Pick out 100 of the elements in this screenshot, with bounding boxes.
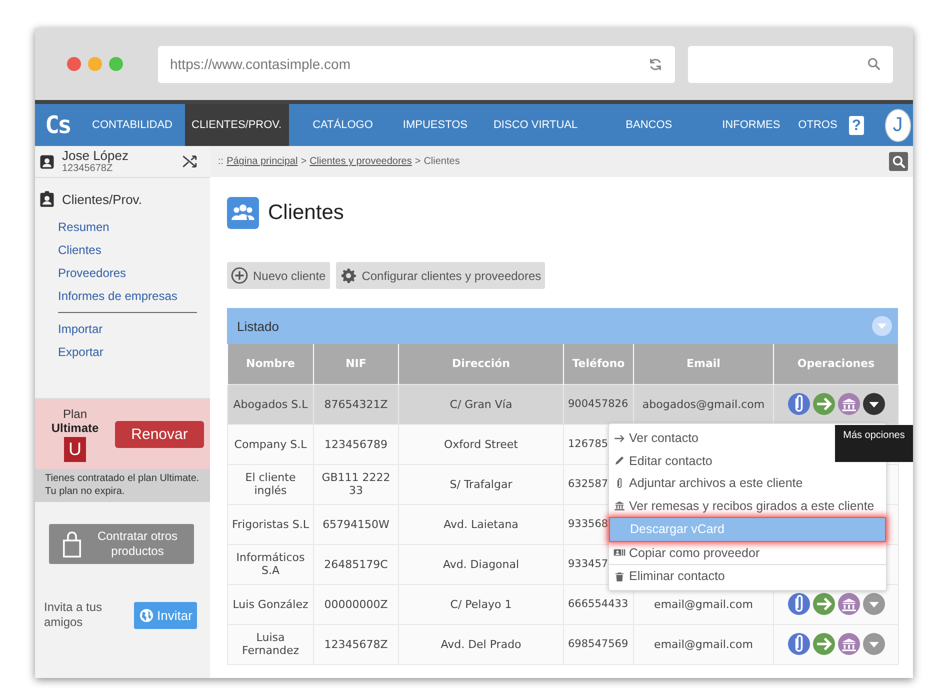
table-cell: 12345678Z	[324, 638, 388, 650]
sidebar-link[interactable]: Informes de empresas	[35, 285, 210, 308]
shuffle-icon[interactable]	[181, 153, 198, 170]
attach-button[interactable]	[788, 593, 810, 615]
table-cell: 900457826	[568, 398, 628, 410]
globe-icon	[139, 608, 154, 622]
nav-tab[interactable]: CONTABILIDAD	[86, 104, 178, 146]
sidebar-link[interactable]: Clientes	[35, 239, 210, 262]
breadcrumb-link[interactable]: Clientes y proveedores	[310, 156, 412, 167]
nav-tab[interactable]: CATÁLOGO	[306, 104, 379, 146]
column-header: NIF	[314, 344, 398, 384]
nav-tab[interactable]: CLIENTES/PROV.	[184, 104, 289, 146]
table-row[interactable]: Luis González 00000000Z C/ Pelayo 1 666554433 email@gmail.com	[228, 584, 898, 624]
invite-text: Invita a tus amigos	[44, 600, 104, 630]
open-button[interactable]	[812, 593, 834, 615]
table-cell: C/ Gran Vía	[450, 398, 512, 410]
attach-button[interactable]	[788, 393, 810, 415]
window-close-button[interactable]	[67, 57, 81, 71]
plus-icon	[231, 267, 248, 284]
table-cell: 933457	[568, 558, 608, 570]
table-row[interactable]: Abogados S.L 87654321Z C/ Gran Vía 900457826 abogados@gmail.com	[228, 384, 898, 424]
table-cell: Frigoristas S.L	[232, 518, 310, 530]
nav-tab[interactable]: INFORMES	[716, 104, 786, 146]
nav-tab[interactable]: BANCOS	[620, 104, 678, 146]
trash-icon	[613, 570, 626, 583]
nav-tab[interactable]: IMPUESTOS	[396, 104, 474, 146]
user-id: 12345678Z	[62, 163, 114, 174]
contract-button[interactable]: Contratar otros productos	[49, 524, 194, 564]
column-header: Teléfono	[564, 344, 634, 384]
sidebar-link[interactable]: Exportar	[35, 341, 210, 364]
table-cell: email@gmail.com	[654, 638, 753, 650]
table-cell: GB111 2222 33	[322, 471, 390, 497]
receipts-button[interactable]	[838, 593, 860, 615]
menu-item[interactable]: Adjuntar archivos a este cliente	[609, 472, 886, 494]
invite-button[interactable]: Invitar	[134, 602, 198, 628]
table-cell: Luis González	[232, 598, 308, 610]
collapse-icon[interactable]	[872, 316, 892, 336]
table-cell: 126785	[568, 438, 608, 450]
search-icon[interactable]	[867, 57, 881, 71]
tooltip: Más opciones	[835, 425, 913, 462]
receipts-button[interactable]	[838, 633, 860, 655]
table-cell: 123456789	[324, 438, 388, 450]
sidebar-link[interactable]: Importar	[35, 318, 210, 341]
search-icon	[892, 154, 906, 168]
renew-button[interactable]: Renovar	[115, 420, 204, 448]
search-button[interactable]	[889, 152, 908, 171]
table-cell: Informáticos S.A	[236, 551, 305, 577]
new-client-button[interactable]: Nuevo cliente	[227, 262, 330, 289]
breadcrumb-separator: ::	[218, 156, 224, 167]
address-bar[interactable]: https://www.contasimple.com	[158, 46, 675, 82]
table-cell: 632587	[568, 478, 608, 490]
attach-button[interactable]	[788, 633, 810, 655]
contact-badge-icon	[38, 190, 56, 208]
plan-note: Tienes contratado el plan Ultimate. Tu plan no expira.	[35, 469, 210, 502]
help-button[interactable]: ?	[849, 116, 864, 134]
table-cell: El cliente inglés	[245, 471, 296, 497]
reload-icon[interactable]	[648, 56, 663, 72]
settings-button[interactable]: Configurar clientes y proveedores	[336, 262, 546, 289]
table-cell: Oxford Street	[444, 438, 518, 450]
url-text: https://www.contasimple.com	[170, 56, 352, 72]
sidebar-link[interactable]: Resumen	[35, 216, 210, 239]
page-title: Clientes	[268, 201, 344, 225]
table-row[interactable]: Luisa Fernandez 12345678Z Avd. Del Prado 698547569 email@gmail.com	[228, 624, 898, 664]
more-options-button[interactable]	[862, 393, 884, 415]
table-cell: 698547569	[568, 638, 628, 650]
bag-icon	[61, 530, 83, 558]
column-header: Operaciones	[774, 344, 898, 384]
table-cell: Abogados S.L	[233, 398, 308, 410]
logo[interactable]: Cs	[35, 104, 80, 146]
bank-icon	[613, 499, 626, 512]
section-title: Clientes/Prov.	[62, 192, 142, 206]
table-cell: Avd. Diagonal	[442, 558, 520, 570]
table-cell: 87654321Z	[324, 398, 388, 410]
breadcrumb-separator: >	[300, 156, 307, 167]
table-cell: abogados@gmail.com	[642, 398, 765, 410]
breadcrumb-link[interactable]: Página principal	[226, 156, 298, 167]
nav-tab[interactable]: OTROS	[792, 104, 844, 146]
breadcrumb-current: Clientes	[424, 156, 460, 167]
table-cell: Avd. Del Prado	[440, 638, 522, 650]
menu-item[interactable]: Copiar como proveedor	[609, 542, 886, 564]
plan-name: Ultimate	[51, 420, 99, 434]
table-cell: 933568	[568, 518, 608, 530]
column-header: Email	[634, 344, 774, 384]
open-button[interactable]	[812, 393, 834, 415]
breadcrumb-separator: >	[414, 156, 421, 167]
nav-tab[interactable]: DISCO VIRTUAL	[487, 104, 584, 146]
users-icon	[227, 197, 259, 229]
table-cell: 666554433	[568, 598, 628, 610]
column-header: Nombre	[228, 344, 314, 384]
table-cell: 00000000Z	[324, 598, 388, 610]
column-header: Dirección	[398, 344, 564, 384]
table-cell: Avd. Laietana	[444, 518, 518, 530]
table-cell: 65794150W	[322, 518, 390, 530]
gear-icon	[340, 267, 357, 284]
table-cell: S/ Trafalgar	[450, 478, 512, 490]
plan-label: Plan	[62, 406, 88, 420]
avatar[interactable]: J	[884, 108, 911, 142]
sidebar-link[interactable]: Proveedores	[35, 262, 210, 285]
search-field[interactable]	[688, 46, 893, 82]
open-button[interactable]	[812, 633, 834, 655]
